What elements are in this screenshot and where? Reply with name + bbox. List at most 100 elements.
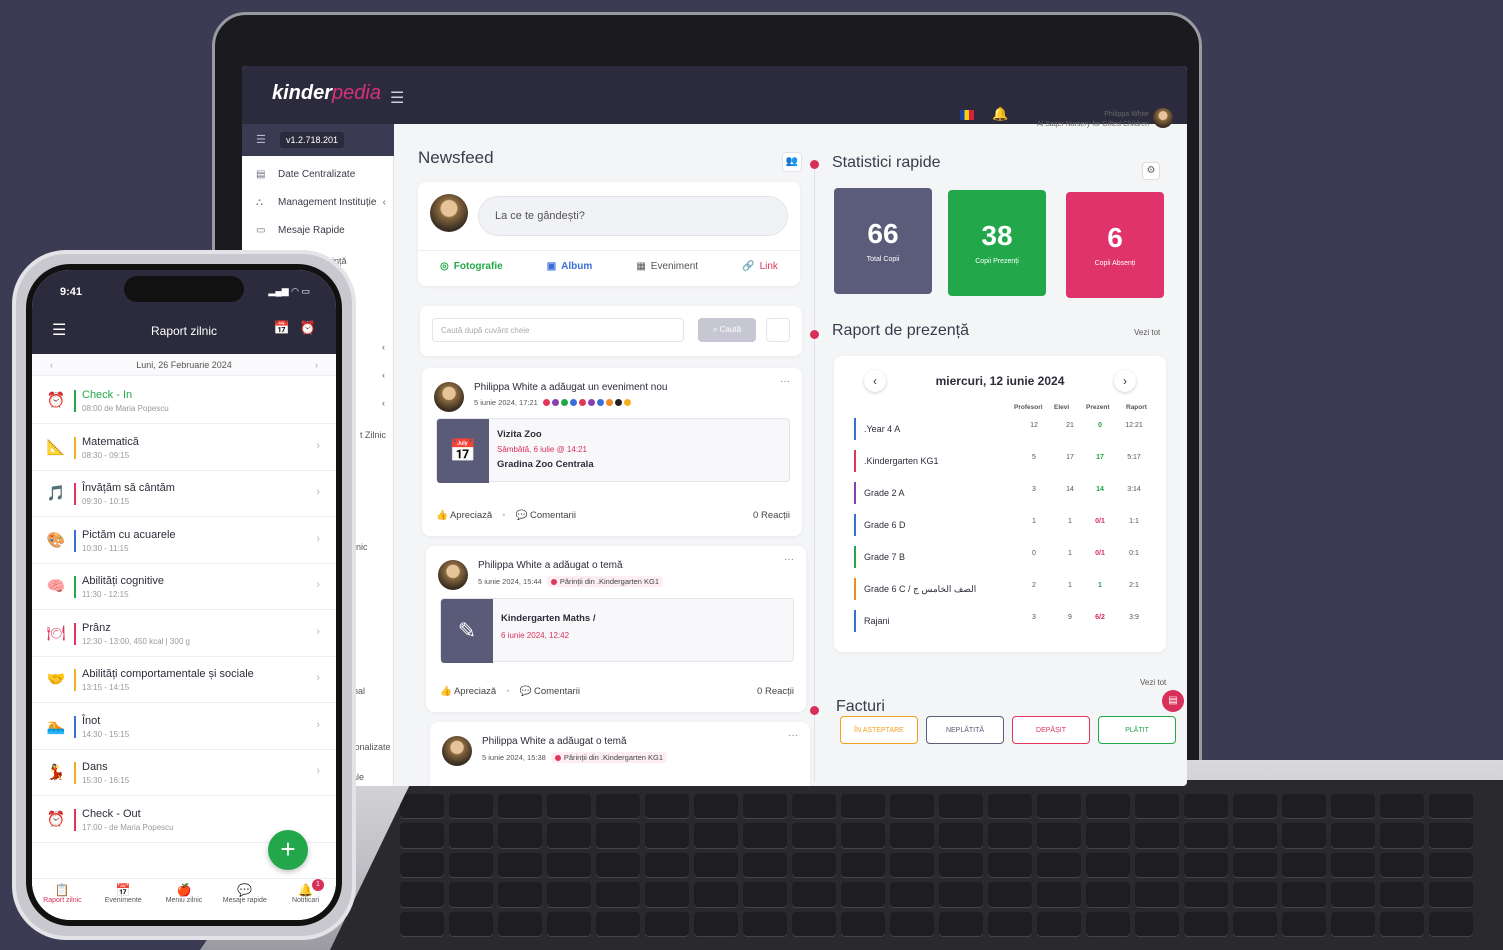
cognitive-icon: 🧠 [46, 578, 66, 595]
stat-absent-children[interactable]: 6 Copii Absenți [1066, 192, 1164, 298]
schedule-item[interactable]: 🧠 Abilități cognitive 11:30 - 12:15 › [32, 564, 336, 610]
reactions-count[interactable]: 0 Reacții [757, 686, 794, 697]
like-button[interactable]: 👍 Apreciază [436, 510, 492, 521]
tab-report[interactable]: 📋 Raport zilnic [32, 879, 93, 920]
more-icon[interactable]: ··· [780, 376, 790, 387]
sidebar-item-mesaje-rapide[interactable]: ▭ Mesaje Rapide [242, 220, 394, 242]
chevron-left-icon[interactable]: ‹ [382, 370, 385, 380]
attendance-row[interactable]: Grade 2 A 3 14 14 3:14 [854, 482, 1154, 504]
like-button[interactable]: 👍 Apreciază [440, 686, 496, 697]
avatar[interactable] [1153, 108, 1173, 128]
invoice-filter-button[interactable]: DEPĂȘIT [1012, 716, 1090, 744]
keyboard-key [1184, 911, 1228, 936]
calendar-icon[interactable]: 📅 [274, 320, 290, 336]
keyboard-key [400, 852, 444, 878]
tab-bell[interactable]: 🔔 Notificari 1 [275, 879, 336, 920]
reactions-count[interactable]: 0 Reacții [753, 510, 790, 521]
schedule-item[interactable]: 🍽 Prânz 12:30 - 13:00, 450 kcal | 300 g › [32, 611, 336, 657]
keyboard-key [596, 911, 640, 936]
tab-menu-food[interactable]: 🍎 Meniu zilnic [154, 879, 215, 920]
attendance-row[interactable]: Grade 7 B 0 1 0/1 0:1 [854, 546, 1154, 568]
present-count: 0 [1098, 422, 1102, 429]
keyboard-key [400, 794, 444, 819]
attendance-row[interactable]: Grade 6 D 1 1 0/1 1:1 [854, 514, 1154, 536]
keyboard-key [449, 794, 493, 819]
language-flag-icon[interactable] [960, 110, 974, 120]
chevron-right-icon: › [316, 672, 320, 684]
alarm-out-icon: ⏰ [46, 810, 66, 828]
attendance-row[interactable]: .Year 4 A 12 21 0 12:21 [854, 418, 1154, 440]
users-icon[interactable]: 👥 [782, 152, 802, 172]
item-subtitle: 09:30 - 10:15 [82, 497, 130, 506]
date-selector: ‹ Luni, 26 Februarie 2024 › [32, 354, 336, 376]
keyboard-key [1184, 794, 1228, 819]
prev-day-button[interactable]: ‹ [50, 354, 53, 376]
see-all-link[interactable]: Vezi tot [1134, 328, 1160, 337]
stat-present-children[interactable]: 38 Copii Prezenți [948, 190, 1046, 296]
event-button[interactable]: ▦ Eveniment [636, 261, 698, 272]
invoice-filter-button[interactable]: NEPLĂTITĂ [926, 716, 1004, 744]
filter-button[interactable] [766, 318, 790, 342]
attendance-row[interactable]: Grade 6 C / الصف الخامس ج 2 1 1 2:1 [854, 578, 1154, 600]
event-attachment[interactable]: 📅 Vizita Zoo Sâmbătă, 6 iulie @ 14:21 Gr… [436, 418, 790, 483]
chevron-left-icon[interactable]: ‹ [382, 342, 385, 352]
keyboard-key [694, 852, 738, 878]
stat-total-children[interactable]: 66 Total Copii [834, 188, 932, 294]
gear-icon[interactable]: ⚙ [1142, 162, 1160, 180]
class-color-bar [854, 578, 856, 600]
search-input[interactable]: Caută după cuvânt cheie [432, 318, 684, 342]
schedule-item[interactable]: 🤝 Abilități comportamentale și sociale 13:… [32, 657, 336, 703]
add-button[interactable]: + [268, 830, 308, 870]
more-icon[interactable]: ··· [788, 730, 798, 741]
photo-button[interactable]: ◎ Fotografie [440, 261, 503, 272]
class-name: Grade 6 D [864, 520, 906, 530]
schedule-item[interactable]: ⏰ Check - In 08:00 de Maria Popescu [32, 378, 336, 424]
next-day-button[interactable]: › [1114, 370, 1136, 392]
schedule-item[interactable]: 🏊 Înot 14:30 - 15:15 › [32, 704, 336, 750]
more-icon[interactable]: ··· [784, 554, 794, 565]
bell-icon[interactable]: 🔔 [992, 106, 1008, 122]
see-all-link[interactable]: Vezi tot [1140, 678, 1166, 687]
tab-events[interactable]: 📅 Evenimente [93, 879, 154, 920]
sidebar-item-management[interactable]: ⛬ Management Instituție ‹ [242, 192, 394, 214]
swim-icon: 🏊 [46, 717, 66, 735]
next-day-button[interactable]: › [315, 354, 318, 376]
sidebar-item-date-centralizate[interactable]: ▤ Date Centralizate [242, 164, 394, 186]
keyboard-key [645, 882, 689, 907]
search-button[interactable]: ⌕ Caută [698, 318, 756, 342]
keyboard-key [939, 911, 983, 936]
keyboard-key [988, 852, 1032, 878]
chat-icon[interactable]: ▤ [1162, 690, 1184, 712]
schedule-item[interactable]: 🎨 Pictăm cu acuarele 10:30 - 11:15 › [32, 518, 336, 564]
schedule-item[interactable]: 💃 Dans 15:30 - 16:15 › [32, 750, 336, 796]
keyboard-key [1429, 911, 1473, 936]
attendance-row[interactable]: .Kindergarten KG1 5 17 17 5:17 [854, 450, 1154, 472]
alarm-icon[interactable]: ⏰ [300, 320, 316, 336]
list-icon[interactable]: ☰ [256, 133, 266, 146]
user-info[interactable]: Philippa White Al Saqer Nursery for Gift… [1037, 110, 1149, 130]
comments-button[interactable]: 💬 Comentarii [516, 510, 576, 521]
attendance-card: ‹ miercuri, 12 iunie 2024 › Profesori El… [834, 356, 1166, 652]
schedule-item[interactable]: 🎵 Învățăm să cântăm 09:30 - 10:15 › [32, 471, 336, 517]
section-bullet [810, 330, 819, 339]
keyboard-key [449, 852, 493, 878]
keyboard-key [596, 852, 640, 878]
chevron-left-icon: ‹ [382, 197, 386, 208]
composer-input[interactable]: La ce te gândești? [478, 196, 788, 236]
sidebar-fragment[interactable]: inic [354, 542, 368, 552]
chevron-left-icon[interactable]: ‹ [382, 398, 385, 408]
keyboard-key [1429, 794, 1473, 819]
sidebar-fragment[interactable]: t Zilnic [360, 430, 386, 440]
album-button[interactable]: ▣ Album [547, 261, 593, 272]
keyboard-key [890, 794, 934, 819]
comments-button[interactable]: 💬 Comentarii [520, 686, 580, 697]
link-button[interactable]: 🔗 Link [742, 261, 778, 272]
hamburger-icon[interactable]: ☰ [390, 88, 404, 108]
tab-label: Meniu zilnic [165, 897, 203, 904]
invoice-filter-button[interactable]: PLĂTIT [1098, 716, 1176, 744]
tab-messages[interactable]: 💬 Mesaje rapide [214, 879, 275, 920]
attendance-row[interactable]: Rajani 3 9 6/2 3:9 [854, 610, 1154, 632]
schedule-item[interactable]: 📐 Matematică 08:30 - 09:15 › [32, 425, 336, 471]
homework-attachment[interactable]: ✎ Kindergarten Maths / 6 iunie 2024, 12:… [440, 598, 794, 663]
invoice-filter-button[interactable]: ÎN AȘTEPTARE [840, 716, 918, 744]
